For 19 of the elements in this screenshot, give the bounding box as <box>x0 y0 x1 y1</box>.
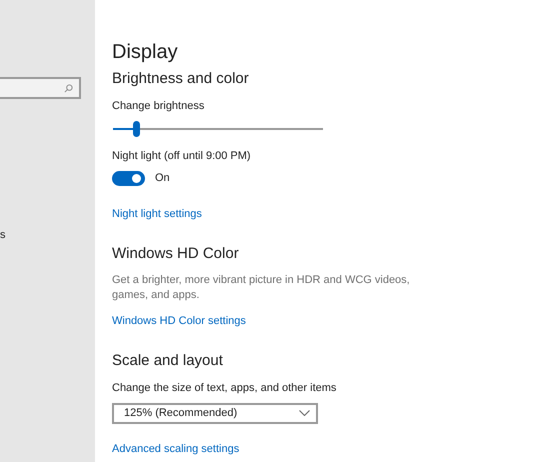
section-heading: Windows HD Color <box>112 244 240 262</box>
search-field[interactable] <box>0 77 81 99</box>
dropdown-label: Change the size of text, apps, and other items <box>112 381 338 396</box>
search-icon <box>64 84 73 92</box>
slider-thumb[interactable] <box>133 120 140 136</box>
sidebar-item[interactable]: s <box>0 227 6 244</box>
scale-dropdown[interactable]: 125% (Recommended) <box>112 402 318 424</box>
toggle-label: Night light (off until 9:00 PM) <box>112 148 252 164</box>
settings-link[interactable]: Advanced scaling settings <box>112 440 240 458</box>
settings-link[interactable]: Night light settings <box>112 206 202 222</box>
chevron-down-icon <box>299 410 310 416</box>
description-text: Get a brighter, more vibrant picture in HDR and WCG videos, games, and apps. <box>112 272 411 304</box>
toggle-switch[interactable] <box>112 170 145 186</box>
settings-link[interactable]: Windows HD Color settings <box>112 313 246 330</box>
toggle-state: On <box>155 171 170 186</box>
section-heading: Brightness and color <box>112 70 250 88</box>
page-title: Display <box>112 40 179 64</box>
section-heading: Scale and layout <box>112 352 224 370</box>
slider-label: Change brightness <box>112 99 206 114</box>
